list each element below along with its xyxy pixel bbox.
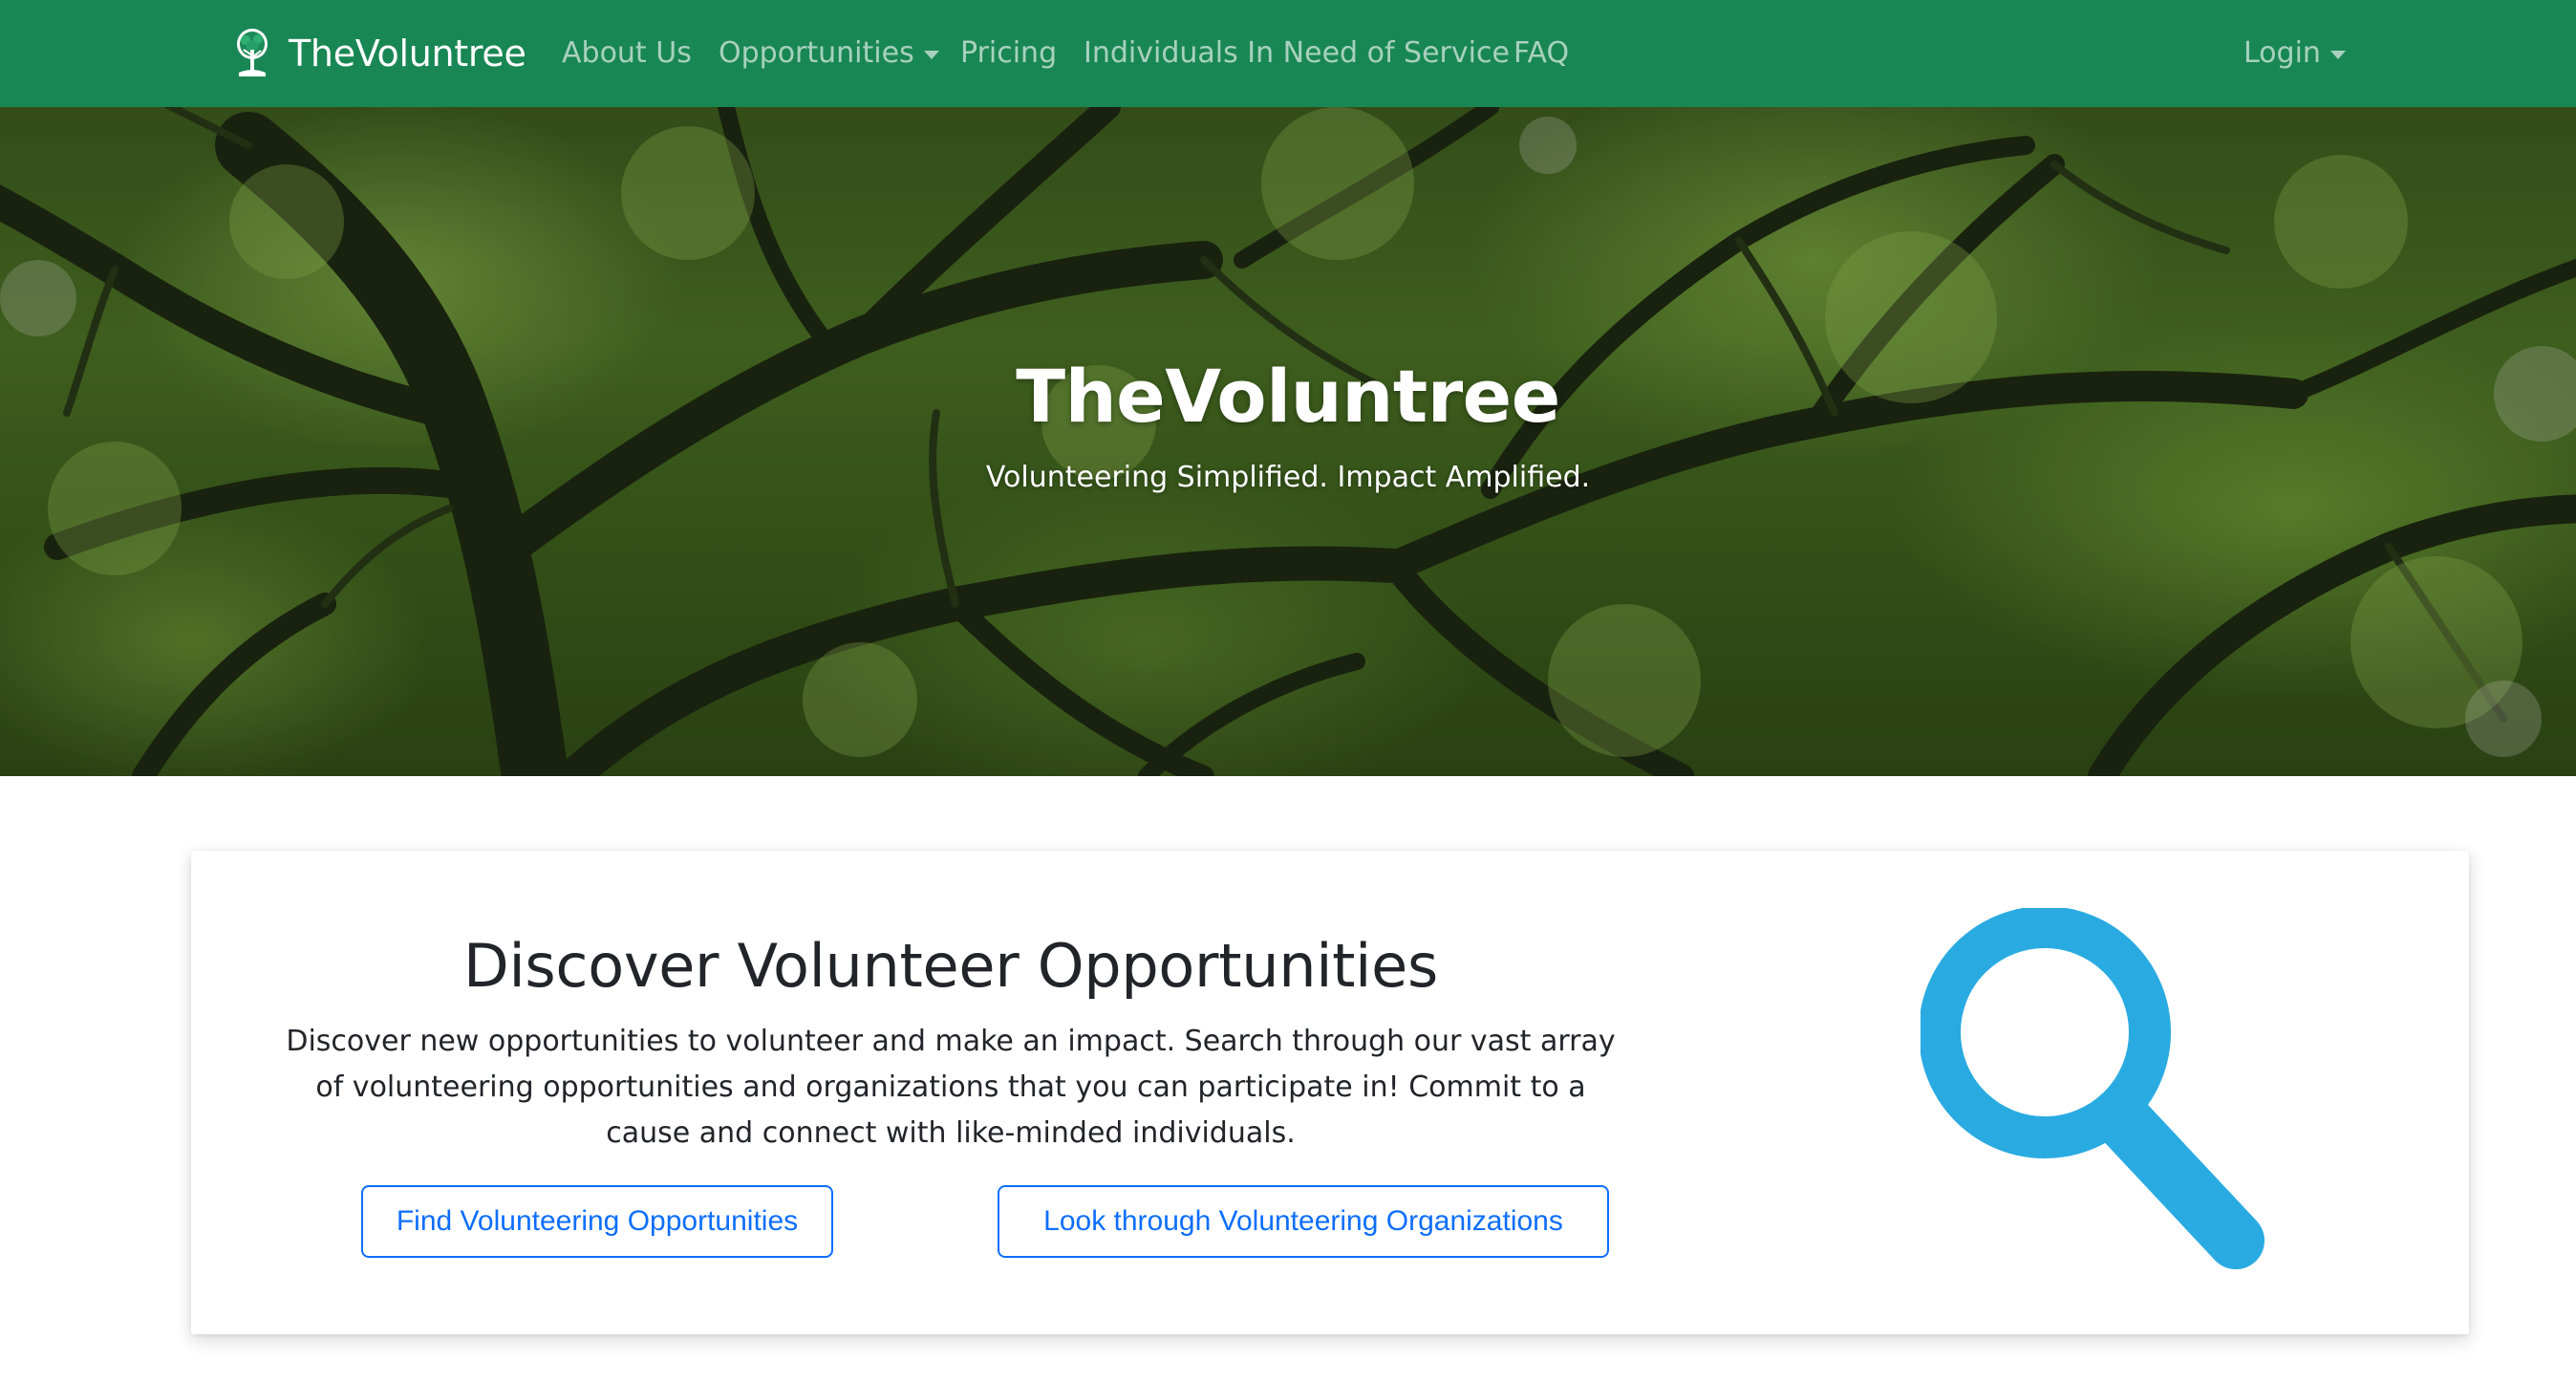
brand-link[interactable]: TheVoluntree: [233, 25, 526, 82]
nav-about-us[interactable]: About Us: [562, 32, 692, 75]
hero-subtitle: Volunteering Simplified. Impact Amplifie…: [985, 461, 1591, 494]
brand-name: TheVoluntree: [289, 32, 526, 75]
nav-pricing[interactable]: Pricing: [960, 32, 1057, 75]
card-description: Discover new opportunities to volunteer …: [286, 1025, 1616, 1150]
discover-opportunities-card: Discover Volunteer Opportunities Discove…: [191, 851, 2469, 1334]
find-volunteering-opportunities-button[interactable]: Find Volunteering Opportunities: [361, 1185, 833, 1258]
caret-down-icon: [923, 50, 939, 59]
hero-banner: TheVoluntree Volunteering Simplified. Im…: [0, 107, 2576, 776]
nav-opportunities-dropdown[interactable]: Opportunities: [719, 32, 939, 75]
hero-dark-overlay: [0, 107, 2576, 776]
nav-opportunities-label: Opportunities: [719, 36, 914, 70]
hero-title: TheVoluntree: [1016, 354, 1560, 439]
tree-logo-icon: [237, 29, 268, 76]
login-dropdown[interactable]: Login: [2243, 32, 2346, 75]
top-navbar: TheVoluntree About Us Opportunities Pric…: [0, 0, 2576, 107]
look-through-organizations-button[interactable]: Look through Volunteering Organizations: [998, 1185, 1609, 1258]
magnifying-glass-icon: [1921, 908, 2265, 1269]
nav-individuals-in-need[interactable]: Individuals In Need of Service: [1084, 32, 1510, 75]
card-title: Discover Volunteer Opportunities: [463, 931, 1438, 1001]
nav-faq[interactable]: FAQ: [1513, 32, 1569, 75]
caret-down-icon: [2329, 50, 2346, 59]
login-label: Login: [2243, 36, 2321, 70]
